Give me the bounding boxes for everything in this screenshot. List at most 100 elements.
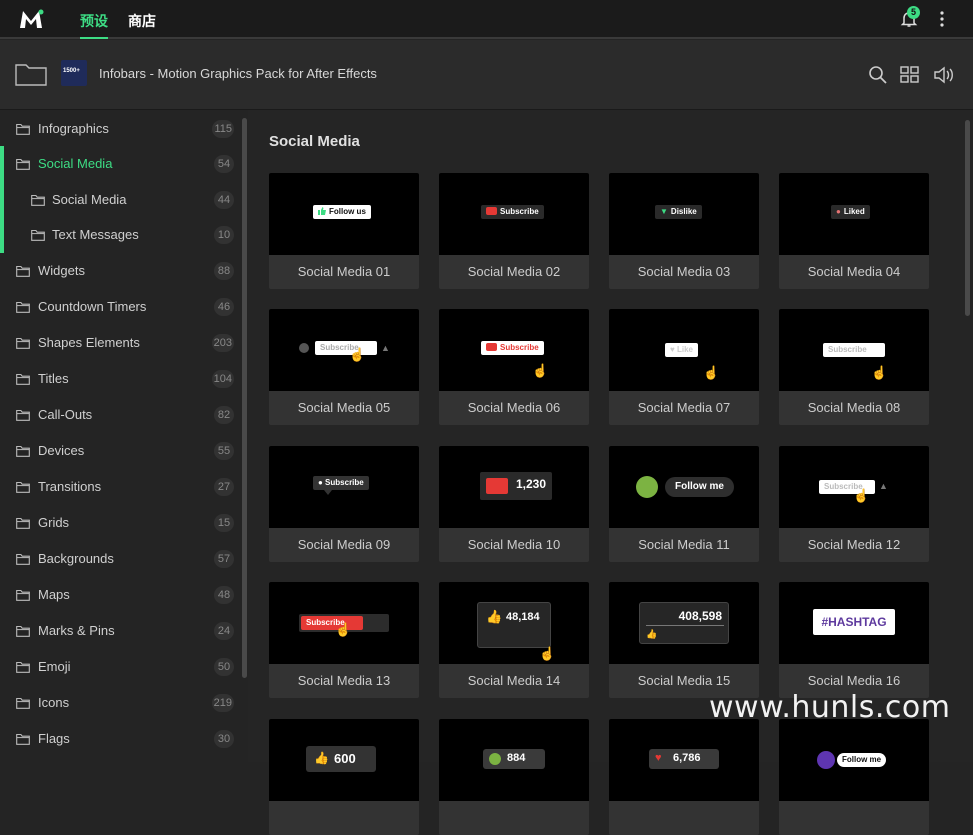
- preset-preview[interactable]: ▼ Dislike: [609, 173, 759, 255]
- preset-preview[interactable]: 👍 48,184 ☝: [439, 582, 589, 664]
- volume-icon[interactable]: [933, 65, 955, 85]
- preview-graphic: ●: [836, 207, 841, 216]
- preset-card[interactable]: Subscribe ☝ Social Media 08: [779, 309, 929, 425]
- preset-preview[interactable]: 408,598 👍: [609, 582, 759, 664]
- preview-graphic: 600: [334, 751, 356, 766]
- preview-graphic: 👍: [314, 751, 329, 765]
- pack-thumbnail[interactable]: 1500+: [61, 60, 87, 86]
- sidebar-item-social-media[interactable]: Social Media 44: [0, 182, 240, 218]
- tab-store[interactable]: 商店: [128, 11, 156, 31]
- preset-card[interactable]: Subscribe ☝ ▲ Social Media 05: [269, 309, 419, 425]
- preset-card[interactable]: Follow me Social Media 11: [609, 446, 759, 562]
- grid-view-icon[interactable]: [900, 65, 920, 85]
- sidebar-item-widgets[interactable]: Widgets 88: [0, 253, 240, 289]
- preset-card[interactable]: 884: [439, 719, 589, 835]
- preset-card[interactable]: 👍 600: [269, 719, 419, 835]
- sidebar-item-flags[interactable]: Flags 30: [0, 721, 240, 757]
- preset-card[interactable]: 1,230 Social Media 10: [439, 446, 589, 562]
- preview-graphic: ▼ Dislike: [655, 205, 702, 219]
- preset-name: [779, 801, 929, 835]
- sidebar-item-grids[interactable]: Grids 15: [0, 505, 240, 541]
- preview-graphic: Follow me: [665, 477, 734, 497]
- content-scrollbar[interactable]: [965, 120, 970, 316]
- tab-presets[interactable]: 预设: [80, 11, 108, 31]
- preset-preview[interactable]: Subscribe ▲ ☝: [779, 446, 929, 528]
- preset-card[interactable]: ♥ 6,786: [609, 719, 759, 835]
- sidebar-item-label: Call-Outs: [38, 407, 93, 422]
- pack-header: 1500+ Infobars - Motion Graphics Pack fo…: [0, 40, 973, 110]
- folder-icon[interactable]: [15, 61, 47, 87]
- preset-card[interactable]: Subscribe ☝ Social Media 06: [439, 309, 589, 425]
- folder-icon: [16, 624, 30, 637]
- pack-title: Infobars - Motion Graphics Pack for Afte…: [99, 66, 377, 81]
- preset-name: Social Media 01: [297, 264, 391, 279]
- preset-name: Social Media 02: [467, 264, 561, 279]
- preset-preview[interactable]: #HASHTAG: [779, 582, 929, 664]
- preview-graphic: #HASHTAG: [813, 609, 895, 635]
- preset-card[interactable]: Follow us Social Media 01: [269, 173, 419, 289]
- sidebar-item-devices[interactable]: Devices 55: [0, 433, 240, 469]
- preset-preview[interactable]: ● Subscribe: [269, 446, 419, 528]
- sidebar-item-text-messages[interactable]: Text Messages 10: [0, 217, 240, 253]
- sidebar-item-titles[interactable]: Titles 104: [0, 361, 240, 397]
- sidebar-item-infographics[interactable]: Infographics 115: [0, 111, 240, 147]
- sidebar-item-marks-pins[interactable]: Marks & Pins 24: [0, 613, 240, 649]
- preview-graphic: ☝: [703, 365, 720, 380]
- sidebar-item-transitions[interactable]: Transitions 27: [0, 469, 240, 505]
- preview-graphic: 408,598: [678, 609, 722, 623]
- preset-preview[interactable]: ♥ 6,786: [609, 719, 759, 801]
- preset-name: Social Media 14: [467, 673, 561, 688]
- preset-card[interactable]: ● Liked Social Media 04: [779, 173, 929, 289]
- preset-preview[interactable]: Subscribe: [439, 173, 589, 255]
- preset-card[interactable]: Subscribe ▲ ☝ Social Media 12: [779, 446, 929, 562]
- item-count-badge: 57: [214, 550, 234, 568]
- preset-card[interactable]: Subscribe Social Media 02: [439, 173, 589, 289]
- preset-name: Social Media 12: [807, 537, 901, 552]
- folder-icon: [16, 660, 30, 673]
- sidebar-item-social-media[interactable]: Social Media 54: [0, 146, 240, 182]
- preset-card[interactable]: #HASHTAG Social Media 16: [779, 582, 929, 698]
- preset-card[interactable]: Follow me: [779, 719, 929, 835]
- preset-card[interactable]: ▼ Dislike Social Media 03: [609, 173, 759, 289]
- sidebar-item-call-outs[interactable]: Call-Outs 82: [0, 397, 240, 433]
- app-logo[interactable]: [18, 8, 44, 30]
- sidebar-scrollbar[interactable]: [242, 118, 247, 678]
- preset-card[interactable]: 👍 48,184 ☝ Social Media 14: [439, 582, 589, 698]
- preset-preview[interactable]: Follow me: [609, 446, 759, 528]
- preset-card[interactable]: ● Subscribe Social Media 09: [269, 446, 419, 562]
- preset-preview[interactable]: ● Liked: [779, 173, 929, 255]
- preset-name: Social Media 07: [637, 400, 731, 415]
- preset-card[interactable]: ♥ Like ☝ Social Media 07: [609, 309, 759, 425]
- sidebar-item-shapes-elements[interactable]: Shapes Elements 203: [0, 325, 240, 361]
- sidebar-item-emoji[interactable]: Emoji 50: [0, 649, 240, 685]
- sidebar-item-label: Titles: [38, 371, 69, 386]
- preset-preview[interactable]: Subscribe ☝ ▲: [269, 309, 419, 391]
- preset-preview[interactable]: 884: [439, 719, 589, 801]
- preview-graphic: 👍 48,184: [477, 602, 551, 648]
- preset-preview[interactable]: Subscribe ☝: [779, 309, 929, 391]
- preview-graphic: 408,598 👍: [639, 602, 729, 644]
- item-count-badge: 24: [214, 622, 234, 640]
- preset-preview[interactable]: Subscribe ☝: [439, 309, 589, 391]
- preset-preview[interactable]: Follow us: [269, 173, 419, 255]
- more-menu-icon[interactable]: [936, 10, 948, 28]
- sidebar-item-label: Text Messages: [52, 227, 139, 242]
- preset-card[interactable]: 408,598 👍 Social Media 15: [609, 582, 759, 698]
- preview-graphic: 48,184: [506, 611, 540, 623]
- preset-preview[interactable]: 1,230: [439, 446, 589, 528]
- sidebar-item-backgrounds[interactable]: Backgrounds 57: [0, 541, 240, 577]
- preview-graphic: ▲: [381, 343, 390, 353]
- sidebar-item-countdown-timers[interactable]: Countdown Timers 46: [0, 289, 240, 325]
- search-icon[interactable]: [868, 65, 888, 85]
- preset-preview[interactable]: Follow me: [779, 719, 929, 801]
- sidebar-item-maps[interactable]: Maps 48: [0, 577, 240, 613]
- preview-graphic: ▲: [879, 481, 888, 491]
- sidebar-item-icons[interactable]: Icons 219: [0, 685, 240, 721]
- preset-preview[interactable]: ♥ Like ☝: [609, 309, 759, 391]
- preset-card[interactable]: Subscribe ☝ Social Media 13: [269, 582, 419, 698]
- preset-preview[interactable]: 👍 600: [269, 719, 419, 801]
- preset-name: Social Media 05: [297, 400, 391, 415]
- preset-preview[interactable]: Subscribe ☝: [269, 582, 419, 664]
- item-count-badge: 82: [214, 406, 234, 424]
- folder-icon: [16, 552, 30, 565]
